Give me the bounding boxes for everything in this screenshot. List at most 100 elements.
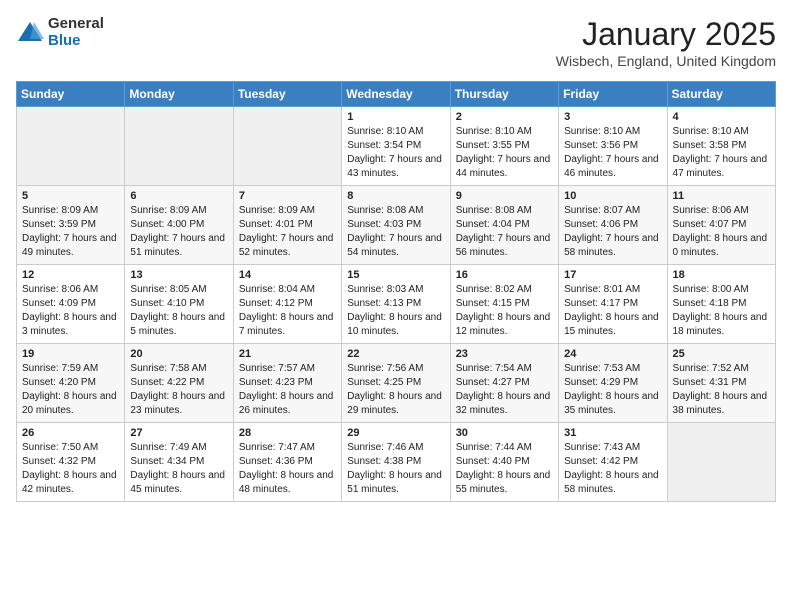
day-info: Sunrise: 7:58 AM Sunset: 4:22 PM Dayligh… — [130, 362, 227, 418]
calendar-cell: 31 Sunrise: 7:43 AM Sunset: 4:42 PM Dayli… — [559, 423, 667, 502]
day-number: 9 — [456, 190, 553, 202]
title-block: January 2025 Wisbech, England, United Ki… — [556, 16, 776, 69]
day-number: 5 — [22, 190, 119, 202]
calendar-week-row: 1 Sunrise: 8:10 AM Sunset: 3:54 PM Daylig… — [17, 107, 776, 186]
calendar-cell: 22 Sunrise: 7:56 AM Sunset: 4:25 PM Dayli… — [342, 344, 450, 423]
day-number: 1 — [347, 111, 444, 123]
calendar-cell: 18Sunrise: 8:00 AM Sunset: 4:18 PM Dayli… — [667, 265, 775, 344]
day-info: Sunrise: 8:01 AM Sunset: 4:17 PM Dayligh… — [564, 283, 661, 339]
calendar-cell: 26Sunrise: 7:50 AM Sunset: 4:32 PM Dayli… — [17, 423, 125, 502]
calendar-cell — [125, 107, 233, 186]
calendar-cell: 6 Sunrise: 8:09 AM Sunset: 4:00 PM Daylig… — [125, 186, 233, 265]
logo-icon — [16, 19, 44, 47]
calendar-cell: 21 Sunrise: 7:57 AM Sunset: 4:23 PM Dayli… — [233, 344, 341, 423]
location-title: Wisbech, England, United Kingdom — [556, 53, 776, 69]
calendar-week-row: 12 Sunrise: 8:06 AM Sunset: 4:09 PM Dayli… — [17, 265, 776, 344]
day-info: Sunrise: 7:53 AM Sunset: 4:29 PM Dayligh… — [564, 362, 661, 418]
day-info: Sunrise: 7:49 AM Sunset: 4:34 PM Dayligh… — [130, 441, 227, 497]
calendar-cell: 1 Sunrise: 8:10 AM Sunset: 3:54 PM Daylig… — [342, 107, 450, 186]
day-info: Sunrise: 7:43 AM Sunset: 4:42 PM Dayligh… — [564, 441, 661, 497]
weekday-header: Friday — [559, 82, 667, 107]
day-info: Sunrise: 7:56 AM Sunset: 4:25 PM Dayligh… — [347, 362, 444, 418]
day-info: Sunrise: 8:10 AM Sunset: 3:58 PM Dayligh… — [673, 125, 770, 181]
weekday-header: Wednesday — [342, 82, 450, 107]
weekday-header: Tuesday — [233, 82, 341, 107]
day-info: Sunrise: 7:59 AM Sunset: 4:20 PM Dayligh… — [22, 362, 119, 418]
day-info: Sunrise: 8:09 AM Sunset: 3:59 PM Dayligh… — [22, 204, 119, 260]
day-info: Sunrise: 7:47 AM Sunset: 4:36 PM Dayligh… — [239, 441, 336, 497]
logo: General Blue — [16, 16, 104, 49]
day-number: 21 — [239, 348, 336, 360]
calendar-cell: 12 Sunrise: 8:06 AM Sunset: 4:09 PM Dayli… — [17, 265, 125, 344]
day-number: 8 — [347, 190, 444, 202]
calendar-cell: 4Sunrise: 8:10 AM Sunset: 3:58 PM Daylig… — [667, 107, 775, 186]
weekday-header: Thursday — [450, 82, 558, 107]
day-number: 16 — [456, 269, 553, 281]
day-info: Sunrise: 8:10 AM Sunset: 3:55 PM Dayligh… — [456, 125, 553, 181]
day-number: 25 — [673, 348, 770, 360]
day-info: Sunrise: 8:06 AM Sunset: 4:09 PM Dayligh… — [22, 283, 119, 339]
calendar-cell: 28Sunrise: 7:47 AM Sunset: 4:36 PM Dayli… — [233, 423, 341, 502]
calendar-cell: 24Sunrise: 7:53 AM Sunset: 4:29 PM Dayli… — [559, 344, 667, 423]
day-number: 17 — [564, 269, 661, 281]
day-info: Sunrise: 8:07 AM Sunset: 4:06 PM Dayligh… — [564, 204, 661, 260]
day-number: 18 — [673, 269, 770, 281]
calendar-cell — [17, 107, 125, 186]
calendar-cell: 8Sunrise: 8:08 AM Sunset: 4:03 PM Daylig… — [342, 186, 450, 265]
day-number: 13 — [130, 269, 227, 281]
day-info: Sunrise: 8:02 AM Sunset: 4:15 PM Dayligh… — [456, 283, 553, 339]
day-number: 29 — [347, 427, 444, 439]
day-number: 23 — [456, 348, 553, 360]
day-number: 3 — [564, 111, 661, 123]
day-number: 26 — [22, 427, 119, 439]
day-info: Sunrise: 8:10 AM Sunset: 3:54 PM Dayligh… — [347, 125, 444, 181]
calendar-cell: 25 Sunrise: 7:52 AM Sunset: 4:31 PM Dayli… — [667, 344, 775, 423]
weekday-header: Saturday — [667, 82, 775, 107]
day-number: 22 — [347, 348, 444, 360]
month-title: January 2025 — [556, 16, 776, 53]
calendar-cell: 10Sunrise: 8:07 AM Sunset: 4:06 PM Dayli… — [559, 186, 667, 265]
calendar-cell: 2 Sunrise: 8:10 AM Sunset: 3:55 PM Daylig… — [450, 107, 558, 186]
calendar-week-row: 26Sunrise: 7:50 AM Sunset: 4:32 PM Dayli… — [17, 423, 776, 502]
day-number: 6 — [130, 190, 227, 202]
day-info: Sunrise: 8:03 AM Sunset: 4:13 PM Dayligh… — [347, 283, 444, 339]
day-info: Sunrise: 7:46 AM Sunset: 4:38 PM Dayligh… — [347, 441, 444, 497]
calendar-cell: 13Sunrise: 8:05 AM Sunset: 4:10 PM Dayli… — [125, 265, 233, 344]
weekday-header: Sunday — [17, 82, 125, 107]
day-info: Sunrise: 7:52 AM Sunset: 4:31 PM Dayligh… — [673, 362, 770, 418]
day-info: Sunrise: 8:09 AM Sunset: 4:01 PM Dayligh… — [239, 204, 336, 260]
logo-general-text: General — [48, 16, 104, 33]
day-number: 2 — [456, 111, 553, 123]
calendar-cell: 20 Sunrise: 7:58 AM Sunset: 4:22 PM Dayli… — [125, 344, 233, 423]
day-number: 20 — [130, 348, 227, 360]
day-info: Sunrise: 8:08 AM Sunset: 4:04 PM Dayligh… — [456, 204, 553, 260]
day-info: Sunrise: 8:10 AM Sunset: 3:56 PM Dayligh… — [564, 125, 661, 181]
day-number: 30 — [456, 427, 553, 439]
calendar-cell: 19 Sunrise: 7:59 AM Sunset: 4:20 PM Dayli… — [17, 344, 125, 423]
calendar-cell: 14Sunrise: 8:04 AM Sunset: 4:12 PM Dayli… — [233, 265, 341, 344]
day-info: Sunrise: 8:06 AM Sunset: 4:07 PM Dayligh… — [673, 204, 770, 260]
day-number: 31 — [564, 427, 661, 439]
day-info: Sunrise: 8:04 AM Sunset: 4:12 PM Dayligh… — [239, 283, 336, 339]
day-number: 12 — [22, 269, 119, 281]
weekday-header: Monday — [125, 82, 233, 107]
calendar-week-row: 19 Sunrise: 7:59 AM Sunset: 4:20 PM Dayli… — [17, 344, 776, 423]
calendar-cell — [233, 107, 341, 186]
calendar-cell: 30 Sunrise: 7:44 AM Sunset: 4:40 PM Dayli… — [450, 423, 558, 502]
calendar-cell: 11 Sunrise: 8:06 AM Sunset: 4:07 PM Dayli… — [667, 186, 775, 265]
day-number: 19 — [22, 348, 119, 360]
day-info: Sunrise: 7:57 AM Sunset: 4:23 PM Dayligh… — [239, 362, 336, 418]
day-number: 7 — [239, 190, 336, 202]
calendar-cell: 15 Sunrise: 8:03 AM Sunset: 4:13 PM Dayli… — [342, 265, 450, 344]
day-number: 11 — [673, 190, 770, 202]
calendar-cell: 3 Sunrise: 8:10 AM Sunset: 3:56 PM Daylig… — [559, 107, 667, 186]
calendar-cell: 9 Sunrise: 8:08 AM Sunset: 4:04 PM Daylig… — [450, 186, 558, 265]
calendar-table: SundayMondayTuesdayWednesdayThursdayFrid… — [16, 81, 776, 502]
day-number: 27 — [130, 427, 227, 439]
day-info: Sunrise: 7:44 AM Sunset: 4:40 PM Dayligh… — [456, 441, 553, 497]
day-number: 15 — [347, 269, 444, 281]
day-info: Sunrise: 7:54 AM Sunset: 4:27 PM Dayligh… — [456, 362, 553, 418]
day-info: Sunrise: 8:09 AM Sunset: 4:00 PM Dayligh… — [130, 204, 227, 260]
calendar-cell: 7 Sunrise: 8:09 AM Sunset: 4:01 PM Daylig… — [233, 186, 341, 265]
page-header: General Blue January 2025 Wisbech, Engla… — [16, 16, 776, 69]
